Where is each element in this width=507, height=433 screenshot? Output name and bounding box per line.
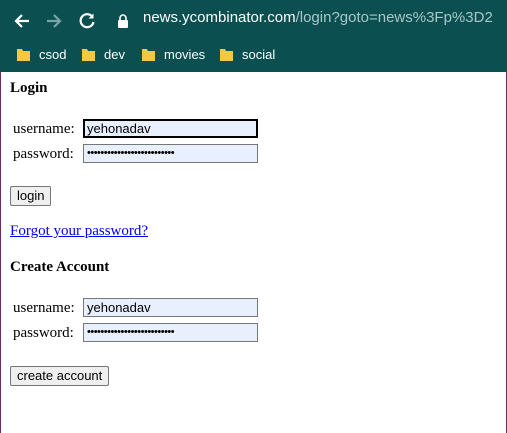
folder-icon [142,48,155,61]
bookmark-csod[interactable]: csod [17,44,66,64]
bookmarks-bar: csod dev movies social [0,40,507,68]
page-content: Login username: yehonadav password: ••••… [0,72,507,433]
create-username-label: username: [13,300,75,316]
login-button[interactable]: login [10,186,52,206]
folder-icon [220,48,233,61]
bookmark-label: social [242,46,276,62]
url-host: news.ycombinator.com [143,9,296,26]
login-password-label: password: [13,146,74,162]
create-username-input[interactable]: yehonadav [83,298,258,317]
bookmark-movies[interactable]: movies [142,44,205,64]
forgot-password-link[interactable]: Forgot your password? [10,223,148,240]
reload-icon[interactable] [75,9,99,33]
login-username-input[interactable]: yehonadav [83,119,258,138]
bookmark-label: csod [39,46,67,62]
login-username-label: username: [13,121,75,137]
browser-toolbar: news.ycombinator.com/login?goto=news%3Fp… [0,0,507,72]
bookmark-social[interactable]: social [220,44,275,64]
folder-icon [17,48,30,61]
url-text: news.ycombinator.com/login?goto=news%3Fp… [143,9,493,26]
create-password-label: password: [13,325,74,341]
back-arrow-icon[interactable] [10,9,34,33]
create-account-button[interactable]: create account [10,366,110,386]
folder-icon [82,48,95,61]
forward-arrow-icon[interactable] [42,9,66,33]
login-heading: Login [10,80,48,96]
lock-icon [117,14,129,28]
bookmark-dev[interactable]: dev [82,44,125,64]
url-path: /login?goto=news%3Fp%3D2 [295,9,493,26]
bookmark-label: dev [104,46,125,62]
address-bar[interactable]: news.ycombinator.com/login?goto=news%3Fp… [117,9,507,33]
create-password-input[interactable]: •••••••••••••••••••••••••• [83,323,258,342]
login-password-input[interactable]: •••••••••••••••••••••••••• [83,144,258,163]
bookmark-label: movies [164,46,206,62]
create-account-heading: Create Account [10,259,110,275]
